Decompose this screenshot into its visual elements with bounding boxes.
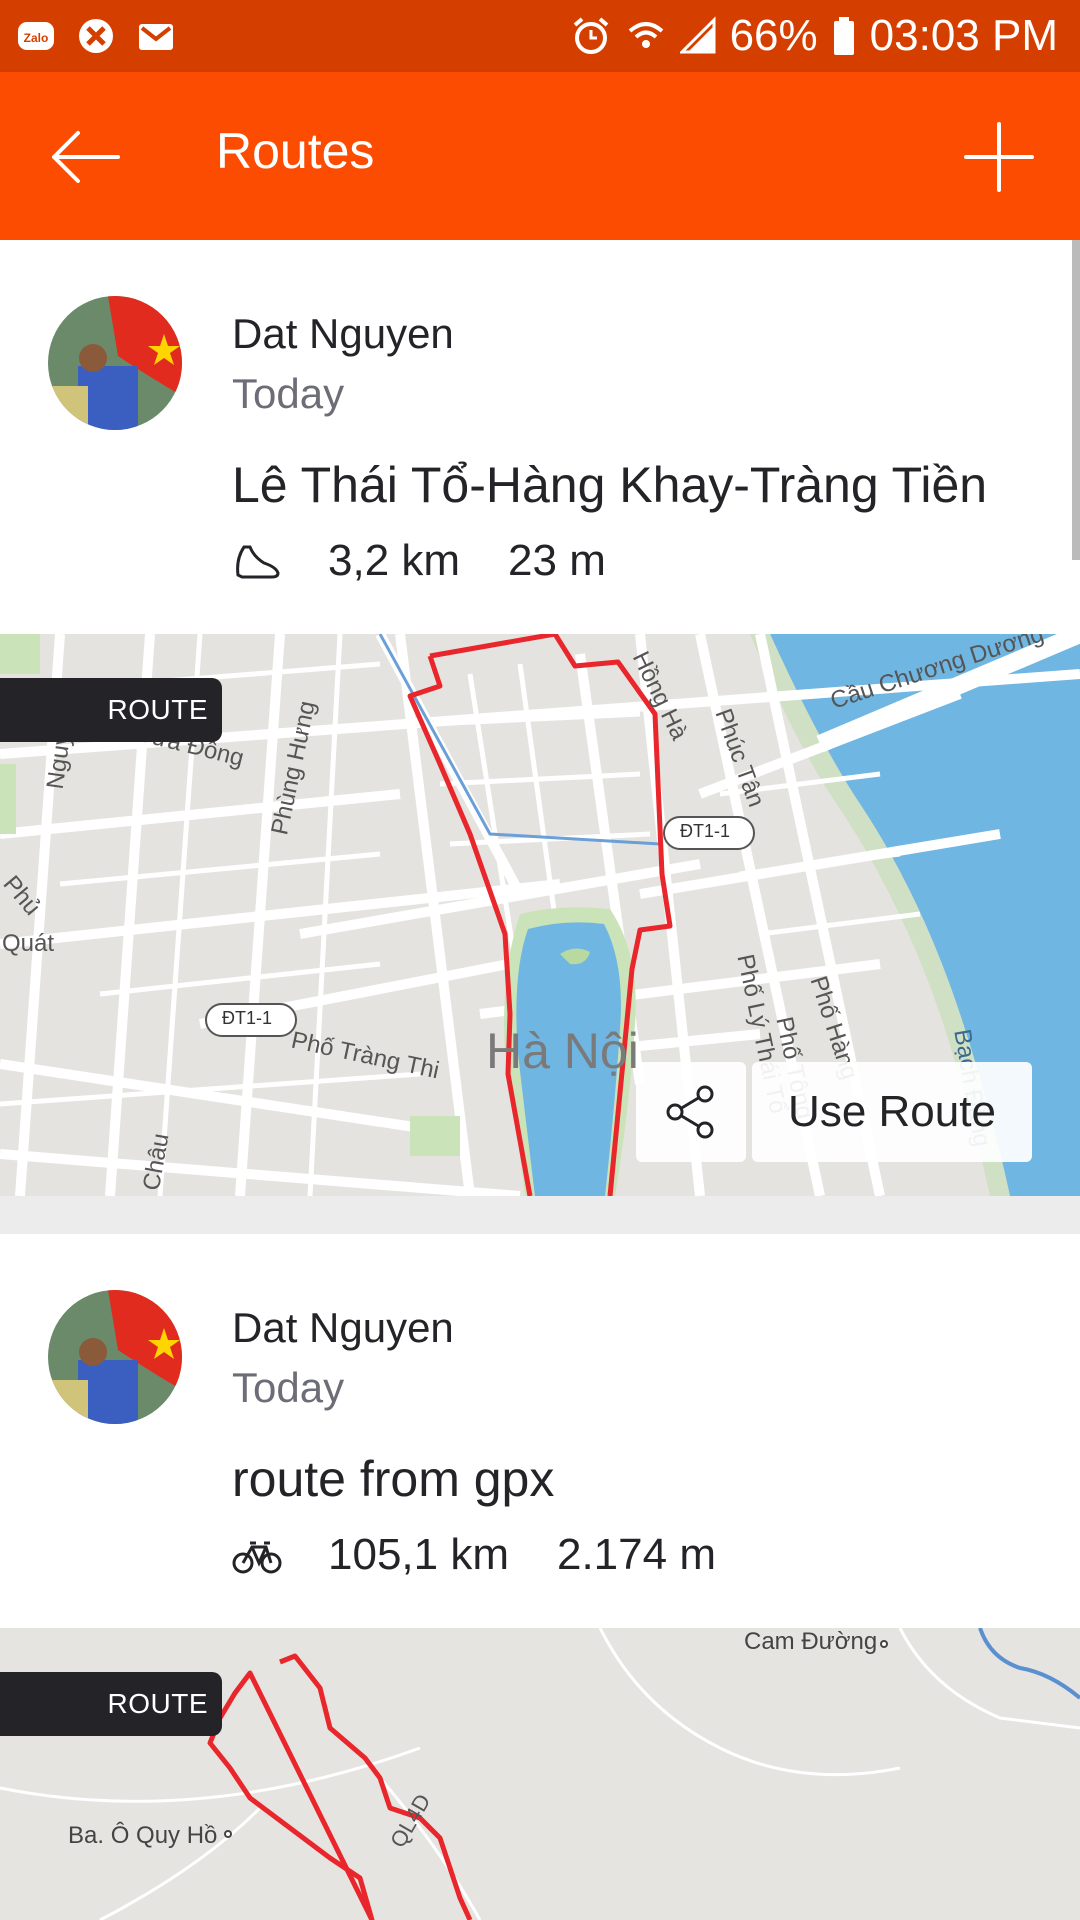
map-actions: Use Route: [636, 1062, 1032, 1162]
share-icon: [666, 1085, 714, 1139]
notification-icons: Zalo: [14, 14, 178, 58]
map-label-city: Hà Nội: [486, 1023, 639, 1079]
alarm-icon: [573, 17, 608, 54]
route-map[interactable]: Cam Đường Ba. Ô Quy Hồ QL4D ROUTE: [0, 1628, 1080, 1920]
route-map[interactable]: Hà Nội Cửa Đông Phùng Hưng Phố Tràng Thi…: [0, 634, 1080, 1196]
app-bar: Routes: [0, 72, 1080, 240]
battery-icon: [833, 17, 854, 55]
map-label-town: Cam Đường: [744, 1628, 878, 1655]
x-app-icon: [74, 14, 118, 58]
route-title[interactable]: route from gpx: [232, 1450, 554, 1508]
clock-time: 03:03 PM: [869, 11, 1058, 60]
map-label-street: Quát: [2, 930, 55, 957]
distance-value: 3,2 km: [328, 536, 461, 585]
avatar[interactable]: [48, 296, 182, 430]
share-button[interactable]: [636, 1062, 746, 1162]
bike-icon: [232, 1541, 282, 1574]
distance-value: 105,1 km: [328, 1530, 509, 1579]
route-stats: 3,2 km 23 m: [232, 536, 654, 586]
route-badge: ROUTE: [0, 1672, 222, 1736]
wifi-icon: [628, 22, 663, 48]
route-stats: 105,1 km 2.174 m: [232, 1530, 764, 1580]
scrollbar[interactable]: [1072, 240, 1080, 560]
route-badge: ROUTE: [0, 678, 222, 742]
author-name[interactable]: Dat Nguyen: [232, 1304, 454, 1352]
route-title[interactable]: Lê Thái Tổ-Hàng Khay-Tràng Tiền: [232, 456, 987, 514]
run-shoe-icon: [236, 545, 280, 579]
gmail-icon: [134, 14, 178, 58]
svg-text:Zalo: Zalo: [24, 31, 49, 45]
elevation-value: 2.174 m: [556, 1530, 716, 1579]
elevation-value: 23 m: [508, 536, 606, 585]
system-status: 66% 03:03 PM: [570, 8, 1058, 64]
zalo-icon: Zalo: [14, 14, 58, 58]
back-button[interactable]: [44, 112, 134, 202]
status-bar: Zalo 66% 03:03 PM: [0, 0, 1080, 72]
use-route-button[interactable]: Use Route: [752, 1062, 1032, 1162]
route-date: Today: [232, 370, 345, 417]
signal-icon: [679, 16, 716, 54]
page-title: Routes: [216, 123, 375, 179]
route-card[interactable]: Dat Nguyen Today Lê Thái Tổ-Hàng Khay-Tr…: [0, 240, 1080, 1196]
author-name[interactable]: Dat Nguyen: [232, 310, 454, 358]
map-label-town: Ba. Ô Quy Hồ: [68, 1822, 218, 1849]
battery-percent: 66%: [729, 11, 818, 60]
add-route-button[interactable]: [954, 112, 1044, 202]
map-label-road-shield: ĐT1-1: [222, 1008, 273, 1028]
map-label-road-shield: ĐT1-1: [680, 821, 731, 841]
route-card[interactable]: Dat Nguyen Today route from gpx 105,1 km…: [0, 1234, 1080, 1920]
plus-icon: [964, 122, 1034, 192]
route-date: Today: [232, 1364, 345, 1411]
avatar[interactable]: [48, 1290, 182, 1424]
arrow-left-icon: [52, 131, 120, 183]
